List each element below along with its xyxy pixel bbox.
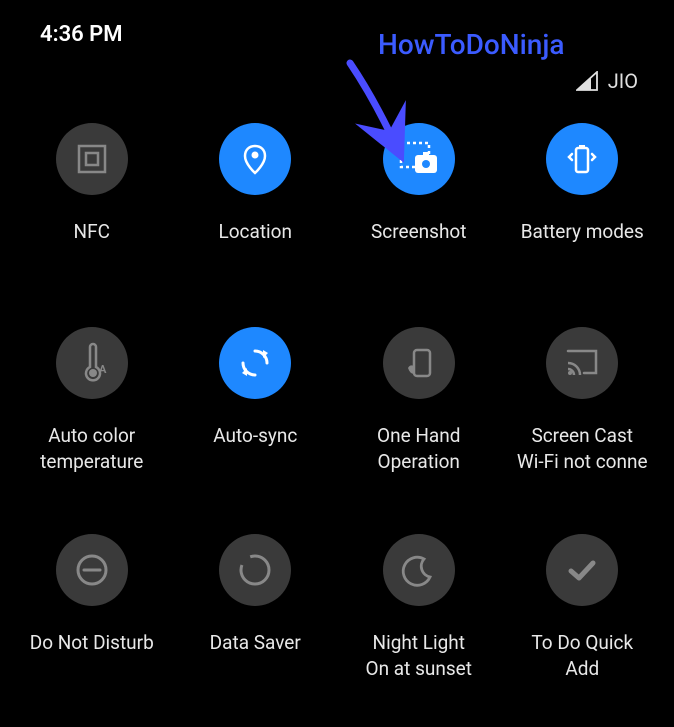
svg-text:A: A [99,363,107,376]
tile-label: Screen Cast Wi-Fi not conne [513,423,652,474]
tile-label: Night Light On at sunset [362,630,476,681]
tile-location[interactable]: Location [174,123,338,267]
tile-label: Battery modes [517,219,648,267]
tile-label: Auto-sync [209,423,301,471]
one-hand-icon [383,327,455,399]
nfc-icon [56,123,128,195]
data-saver-icon [219,534,291,606]
tile-battery-modes[interactable]: Battery modes [501,123,665,267]
moon-icon [383,534,455,606]
quick-settings-grid: NFC Location Screenshot [0,93,674,682]
tile-nfc[interactable]: NFC [10,123,174,267]
clock-time: 4:36 PM [40,22,123,47]
tile-todo-quick-add[interactable]: To Do Quick Add [501,534,665,681]
tile-label: To Do Quick Add [527,630,637,681]
tile-do-not-disturb[interactable]: Do Not Disturb [10,534,174,681]
carrier-label: JIO [608,69,638,93]
tile-label: Do Not Disturb [26,630,158,678]
location-icon [219,123,291,195]
sync-icon [219,327,291,399]
tile-label: Auto color temperature [36,423,147,474]
tile-auto-color-temperature[interactable]: A Auto color temperature [10,327,174,474]
tile-label: Location [214,219,296,267]
watermark-text: HowToDoNinja [378,28,564,61]
tile-screen-cast[interactable]: Screen Cast Wi-Fi not conne [501,327,665,474]
tile-label: NFC [70,219,114,267]
tile-label: Screenshot [367,219,470,267]
signal-icon [576,71,598,91]
tile-data-saver[interactable]: Data Saver [174,534,338,681]
tile-night-light[interactable]: Night Light On at sunset [337,534,501,681]
cast-icon [546,327,618,399]
status-bar: 4:36 PM [0,0,674,57]
dnd-icon [56,534,128,606]
battery-icon [546,123,618,195]
check-icon [546,534,618,606]
tile-label: Data Saver [206,630,305,678]
tile-label: One Hand Operation [373,423,464,474]
tile-auto-sync[interactable]: Auto-sync [174,327,338,474]
annotation-arrow [320,55,440,179]
tile-one-hand-operation[interactable]: One Hand Operation [337,327,501,474]
thermometer-icon: A [56,327,128,399]
